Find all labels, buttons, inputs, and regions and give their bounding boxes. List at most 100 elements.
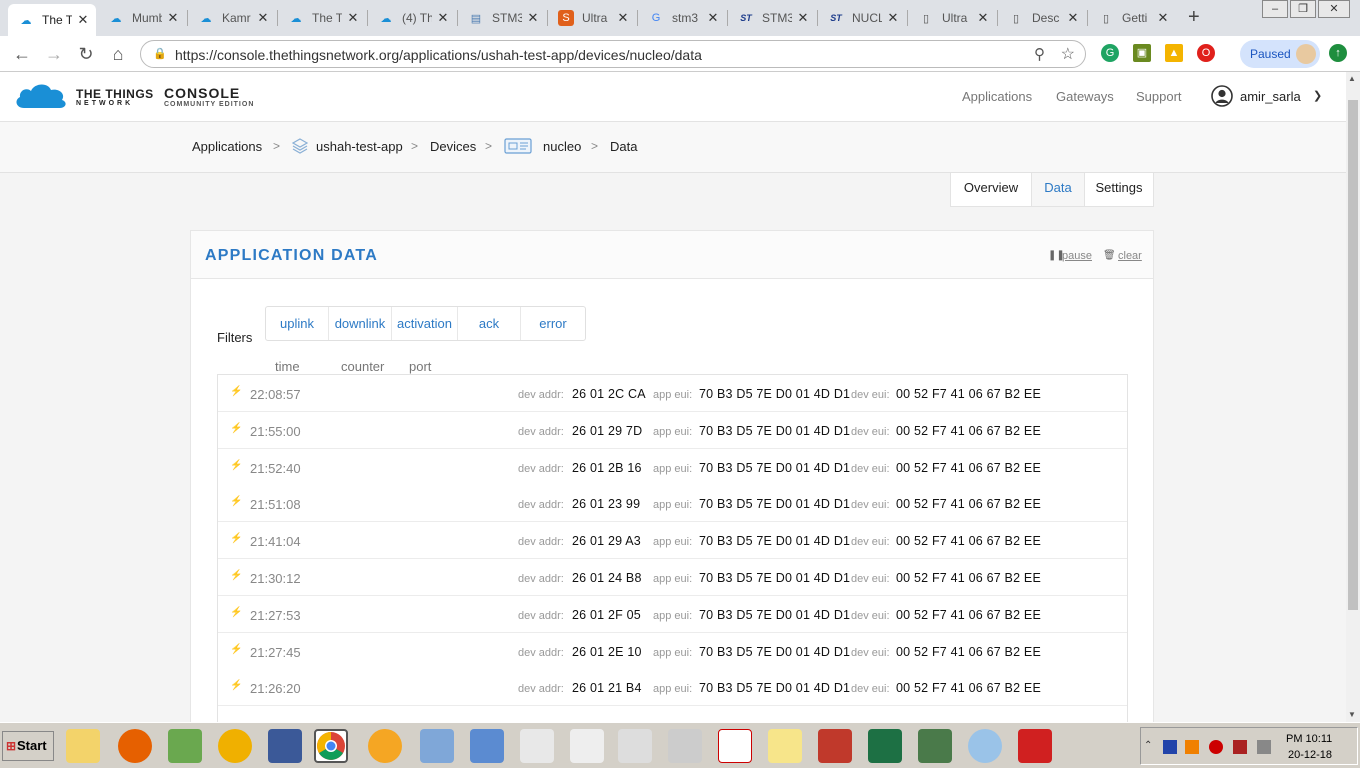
nav-support[interactable]: Support	[1136, 89, 1182, 104]
table-row[interactable]: ⚡ 21:55:00 dev addr: 26 01 29 7D app eui: 70 …	[218, 411, 1127, 449]
opera-extension-icon[interactable]: O	[1197, 44, 1215, 62]
breadcrumb-devices[interactable]: Devices	[430, 139, 476, 154]
username[interactable]: amir_sarla	[1240, 89, 1301, 104]
nav-gateways[interactable]: Gateways	[1056, 89, 1114, 104]
start-button[interactable]: ⊞ Start	[2, 731, 54, 761]
clear-button[interactable]: clear	[1118, 250, 1142, 262]
hook-app-icon[interactable]	[1018, 729, 1052, 763]
table-row[interactable]: ⚡ 21:51:08 dev addr: 26 01 23 99 app eui: 70 …	[218, 485, 1127, 523]
clock-time[interactable]: PM 10:11	[1286, 733, 1332, 745]
tray-network-icon[interactable]	[1209, 740, 1223, 754]
table-row[interactable]: ⚡ 21:27:53 dev addr: 26 01 2F 05 app eui: 70 …	[218, 595, 1127, 633]
toolbox-icon[interactable]	[818, 729, 852, 763]
url-text[interactable]: https://console.thethingsnetwork.org/app…	[175, 47, 702, 63]
grammarly-extension-icon[interactable]: G	[1101, 44, 1119, 62]
trash-icon[interactable]: 🗑	[1103, 250, 1116, 261]
user-avatar-icon[interactable]	[1211, 85, 1233, 107]
browser-tab[interactable]: ST STM3 ✕	[728, 4, 816, 32]
close-icon[interactable]: ✕	[526, 10, 540, 26]
scroll-down-icon[interactable]: ▼	[1348, 710, 1356, 719]
table-row[interactable]: ⚡ 21:27:45 dev addr: 26 01 2E 10 app eui: 70 …	[218, 632, 1127, 670]
minimize-button[interactable]: –	[1262, 0, 1288, 18]
update-arrow-icon[interactable]: ↑	[1329, 44, 1347, 62]
paint-icon[interactable]	[968, 729, 1002, 763]
close-icon[interactable]: ✕	[256, 10, 270, 26]
reload-icon[interactable]: ↻	[74, 42, 98, 66]
terminal-app-icon[interactable]	[470, 729, 504, 763]
tray-volume-icon[interactable]	[1257, 740, 1271, 754]
nav-applications[interactable]: Applications	[962, 89, 1032, 104]
breadcrumb-app[interactable]: ushah-test-app	[316, 139, 403, 154]
tab-settings[interactable]: Settings	[1085, 173, 1153, 206]
tray-flag-icon[interactable]	[1163, 740, 1177, 754]
table-row[interactable]: ⚡ 21:30:12 dev addr: 26 01 24 B8 app eui: 70 …	[218, 559, 1127, 596]
browser-tab[interactable]: ☁ Mumb ✕	[98, 4, 186, 32]
close-icon[interactable]: ✕	[886, 10, 900, 26]
back-arrow-icon[interactable]: ←	[10, 42, 34, 66]
browser-tab[interactable]: S Ultra ✕	[548, 4, 636, 32]
close-icon[interactable]: ✕	[346, 10, 360, 26]
tray-avast-icon[interactable]	[1185, 740, 1199, 754]
text-editor-icon[interactable]	[768, 729, 802, 763]
browser-tab[interactable]: ☁ (4) Th ✕	[368, 4, 456, 32]
close-icon[interactable]: ✕	[796, 10, 810, 26]
close-icon[interactable]: ✕	[436, 10, 450, 26]
filter-ack[interactable]: ack	[458, 307, 521, 340]
ttn-cloud-logo-icon[interactable]	[14, 82, 68, 110]
maximize-button[interactable]: ❐	[1290, 0, 1316, 18]
browser-tab[interactable]: ▯ Getti ✕	[1088, 4, 1176, 32]
pause-button[interactable]: pause	[1062, 250, 1092, 262]
table-row[interactable]: ⚡ 21:41:04 dev addr: 26 01 29 A3 app eui: 70 …	[218, 522, 1127, 560]
table-row[interactable]: ⚡ 21:26:20 dev addr: 26 01 21 B4 app eui: 70 …	[218, 669, 1127, 707]
filter-downlink[interactable]: downlink	[329, 307, 392, 340]
profile-paused-button[interactable]: Paused	[1240, 40, 1320, 68]
tab-data[interactable]: Data	[1031, 173, 1085, 206]
editor-app-icon[interactable]	[268, 729, 302, 763]
monitor-app-icon[interactable]	[918, 729, 952, 763]
breadcrumb-applications[interactable]: Applications	[192, 139, 262, 154]
camera-app-icon[interactable]	[668, 729, 702, 763]
close-icon[interactable]: ✕	[1066, 10, 1080, 26]
browser-tab[interactable]: ☁ The T ✕	[278, 4, 366, 32]
viewer-eye-icon[interactable]	[618, 729, 652, 763]
browser-tab[interactable]: ▤ STM3 ✕	[458, 4, 546, 32]
page-scrollbar[interactable]: ▲ ▼	[1346, 72, 1360, 722]
pdf-reader-icon[interactable]	[718, 729, 752, 763]
filter-error[interactable]: error	[521, 307, 585, 340]
home-icon[interactable]: ⌂	[106, 42, 130, 66]
browser-tab[interactable]: ☁ The T ✕	[8, 4, 96, 36]
forward-arrow-icon[interactable]: →	[42, 42, 66, 66]
filter-activation[interactable]: activation	[392, 307, 458, 340]
java-icon[interactable]	[520, 729, 554, 763]
browser-tab[interactable]: ▯ Ultra ✕	[908, 4, 996, 32]
network-app-icon[interactable]	[420, 729, 454, 763]
browser-tab[interactable]: ▯ Desc ✕	[998, 4, 1086, 32]
close-icon[interactable]: ✕	[1156, 10, 1170, 26]
close-icon[interactable]: ✕	[976, 10, 990, 26]
tray-alert-icon[interactable]	[1233, 740, 1247, 754]
filter-uplink[interactable]: uplink	[266, 307, 329, 340]
browser-tab[interactable]: ST NUCL ✕	[818, 4, 906, 32]
file-explorer-icon[interactable]	[66, 729, 100, 763]
clock-date[interactable]: 20-12-18	[1288, 749, 1332, 761]
scroll-up-icon[interactable]: ▲	[1348, 74, 1356, 83]
new-tab-button[interactable]: +	[1188, 6, 1200, 29]
search-icon[interactable]: ⚲	[1034, 45, 1045, 63]
close-icon[interactable]: ✕	[706, 10, 720, 26]
address-bar[interactable]: 🔒 https://console.thethingsnetwork.org/a…	[140, 40, 1086, 68]
breadcrumb-device[interactable]: nucleo	[543, 139, 581, 154]
drive-extension-icon[interactable]: ▲	[1165, 44, 1183, 62]
keil-icon[interactable]	[570, 729, 604, 763]
settings-gear-icon[interactable]	[368, 729, 402, 763]
chrome-icon[interactable]	[314, 729, 348, 763]
excel-icon[interactable]	[868, 729, 902, 763]
close-icon[interactable]: ✕	[616, 10, 630, 26]
plot-tool-icon[interactable]	[168, 729, 202, 763]
chevron-down-icon[interactable]: ❯	[1313, 89, 1322, 102]
tab-overview[interactable]: Overview	[951, 173, 1031, 206]
close-window-button[interactable]: ✕	[1318, 0, 1350, 18]
audio-player-icon[interactable]	[218, 729, 252, 763]
table-row[interactable]: ⚡ 21:52:40 dev addr: 26 01 2B 16 app eui: 70 …	[218, 448, 1127, 486]
close-icon[interactable]: ✕	[166, 10, 180, 26]
bookmark-star-icon[interactable]: ☆	[1061, 44, 1075, 64]
